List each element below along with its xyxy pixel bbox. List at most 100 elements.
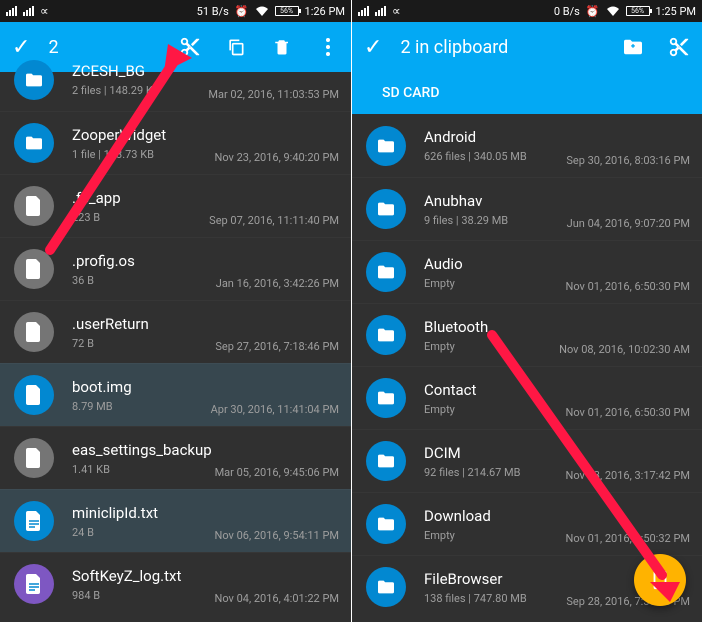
signal-icon <box>23 6 34 16</box>
folder-date: Nov 23, 2016, 3:17:42 PM <box>566 469 691 482</box>
folder-icon <box>366 567 406 607</box>
file-date: Sep 27, 2016, 7:18:46 PM <box>215 340 339 353</box>
file-date: Sep 07, 2016, 11:11:40 PM <box>209 214 339 227</box>
battery-icon: 56% <box>275 6 299 16</box>
folder-icon <box>366 126 406 166</box>
folder-name: Contact <box>424 381 566 399</box>
signal-icon <box>6 6 17 16</box>
more-icon[interactable] <box>317 36 339 58</box>
clipboard-title: 2 in clipboard <box>400 37 508 58</box>
clock: 1:26 PM <box>305 5 345 18</box>
new-folder-icon[interactable] <box>622 36 644 58</box>
cut-icon[interactable] <box>668 36 690 58</box>
file-icon <box>14 249 54 289</box>
folder-item[interactable]: DownloadEmptyNov 01, 2016, 6:50:32 PM <box>352 492 702 555</box>
signal-icon <box>358 6 369 16</box>
breadcrumb-tab[interactable]: SD CARD <box>352 72 702 114</box>
folder-name: Bluetooth <box>424 318 559 336</box>
folder-item[interactable]: Android626 files | 340.05 MBSep 30, 2016… <box>352 114 702 177</box>
file-item[interactable]: boot.img8.79 MBApr 30, 2016, 11:41:04 PM <box>0 363 351 426</box>
file-name: boot.img <box>72 378 211 396</box>
file-name: .fc_app <box>72 189 209 207</box>
folder-name: Anubhav <box>424 192 567 210</box>
file-date: Mar 02, 2016, 11:03:53 PM <box>208 88 339 101</box>
folder-subtext: Empty <box>424 529 566 542</box>
fish-icon: ∝ <box>392 4 401 18</box>
folder-name: FileBrowser <box>424 570 566 588</box>
folder-date: Nov 08, 2016, 10:02:30 AM <box>559 343 690 356</box>
folder-icon <box>366 504 406 544</box>
file-item[interactable]: miniclipId.txt 24 BNov 06, 2016, 9:54:11 … <box>0 489 351 552</box>
file-date: Jan 16, 2016, 3:42:26 PM <box>216 277 339 290</box>
folder-name: Android <box>424 128 566 146</box>
clock: 1:25 PM <box>656 5 696 18</box>
file-item[interactable]: .profig.os 36 BJan 16, 2016, 3:42:26 PM <box>0 237 351 300</box>
file-date: Nov 23, 2016, 9:40:20 PM <box>215 151 340 164</box>
file-icon <box>14 375 54 415</box>
clipboard-action-bar: ✓ 2 in clipboard <box>352 22 702 72</box>
folder-icon <box>366 315 406 355</box>
selection-count: 2 <box>48 37 58 58</box>
folder-name: Download <box>424 507 566 525</box>
signal-icon <box>375 6 386 16</box>
wifi-icon <box>255 6 269 16</box>
folder-list[interactable]: Android626 files | 340.05 MBSep 30, 2016… <box>352 114 702 622</box>
delete-icon[interactable] <box>271 36 293 58</box>
file-subtext: 223 B <box>72 211 209 224</box>
battery-icon: 56% <box>626 6 650 16</box>
folder-subtext: Empty <box>424 277 566 290</box>
wifi-icon <box>606 6 620 16</box>
left-screenshot: ∝ 51 B/s ⏰ 56% 1:26 PM ✓ 2 <box>0 0 351 622</box>
file-icon <box>14 438 54 478</box>
folder-icon <box>14 123 54 163</box>
folder-item[interactable]: BluetoothEmptyNov 08, 2016, 10:02:30 AM <box>352 303 702 366</box>
folder-item[interactable]: Anubhav 9 files | 38.29 MBJun 04, 2016, 9… <box>352 177 702 240</box>
file-subtext: 24 B <box>72 526 215 539</box>
done-icon[interactable]: ✓ <box>12 35 30 60</box>
file-item[interactable]: SoftKeyZ_log.txt984 BNov 04, 2016, 4:01:… <box>0 552 351 615</box>
file-list[interactable]: ZCESH_BG2 files | 148.29 KBMar 02, 2016,… <box>0 60 351 622</box>
file-icon <box>14 564 54 604</box>
folder-item[interactable]: ContactEmptyNov 01, 2016, 6:50:30 PM <box>352 366 702 429</box>
file-name: .profig.os <box>72 252 216 270</box>
file-item[interactable]: eas_settings_backup 1.41 KBMar 05, 2016, … <box>0 426 351 489</box>
done-icon[interactable]: ✓ <box>364 35 382 60</box>
folder-date: Jun 04, 2016, 9:07:20 PM <box>567 217 690 230</box>
folder-item[interactable]: AudioEmptyNov 01, 2016, 6:50:30 PM <box>352 240 702 303</box>
folder-subtext: Empty <box>424 403 566 416</box>
file-item[interactable]: .userReturn72 BSep 27, 2016, 7:18:46 PM <box>0 300 351 363</box>
file-item[interactable]: .fc_app 223 BSep 07, 2016, 11:11:40 PM <box>0 174 351 237</box>
cut-icon[interactable] <box>179 36 201 58</box>
net-speed: 51 B/s <box>197 5 229 18</box>
fish-icon: ∝ <box>40 4 49 18</box>
file-subtext: 36 B <box>72 274 216 287</box>
net-speed: 0 B/s <box>554 5 580 18</box>
folder-icon <box>366 252 406 292</box>
alarm-icon: ⏰ <box>235 5 249 18</box>
file-date: Mar 05, 2016, 9:45:06 PM <box>215 466 339 479</box>
file-date: Nov 06, 2016, 9:54:11 PM <box>215 529 340 542</box>
file-icon <box>14 186 54 226</box>
file-name: miniclipId.txt <box>72 504 215 522</box>
clipboard-icon <box>649 568 671 592</box>
right-screenshot: ∝ 0 B/s ⏰ 56% 1:25 PM ✓ 2 in clipboard S… <box>351 0 702 622</box>
file-name: ZCESH_BG <box>72 62 208 80</box>
folder-subtext: 92 files | 214.67 MB <box>424 466 566 479</box>
file-icon <box>14 312 54 352</box>
folder-subtext: 626 files | 340.05 MB <box>424 150 566 163</box>
paste-fab[interactable] <box>634 554 686 606</box>
status-bar: ∝ 51 B/s ⏰ 56% 1:26 PM <box>0 0 351 22</box>
file-name: eas_settings_backup <box>72 441 215 459</box>
file-subtext: 984 B <box>72 589 215 602</box>
file-item[interactable]: ZCESH_BG2 files | 148.29 KBMar 02, 2016,… <box>0 60 351 111</box>
file-subtext: 1.41 KB <box>72 463 215 476</box>
file-subtext: 1 file | 123.73 KB <box>72 148 215 161</box>
file-name: ZooperWidget <box>72 126 215 144</box>
folder-item[interactable]: DCIM92 files | 214.67 MBNov 23, 2016, 3:… <box>352 429 702 492</box>
file-item[interactable]: ZooperWidget 1 file | 123.73 KBNov 23, 20… <box>0 111 351 174</box>
folder-icon <box>366 441 406 481</box>
folder-subtext: 9 files | 38.29 MB <box>424 214 567 227</box>
copy-icon[interactable] <box>225 36 247 58</box>
folder-subtext: 138 files | 747.80 MB <box>424 592 566 605</box>
file-date: Apr 30, 2016, 11:41:04 PM <box>211 403 339 416</box>
